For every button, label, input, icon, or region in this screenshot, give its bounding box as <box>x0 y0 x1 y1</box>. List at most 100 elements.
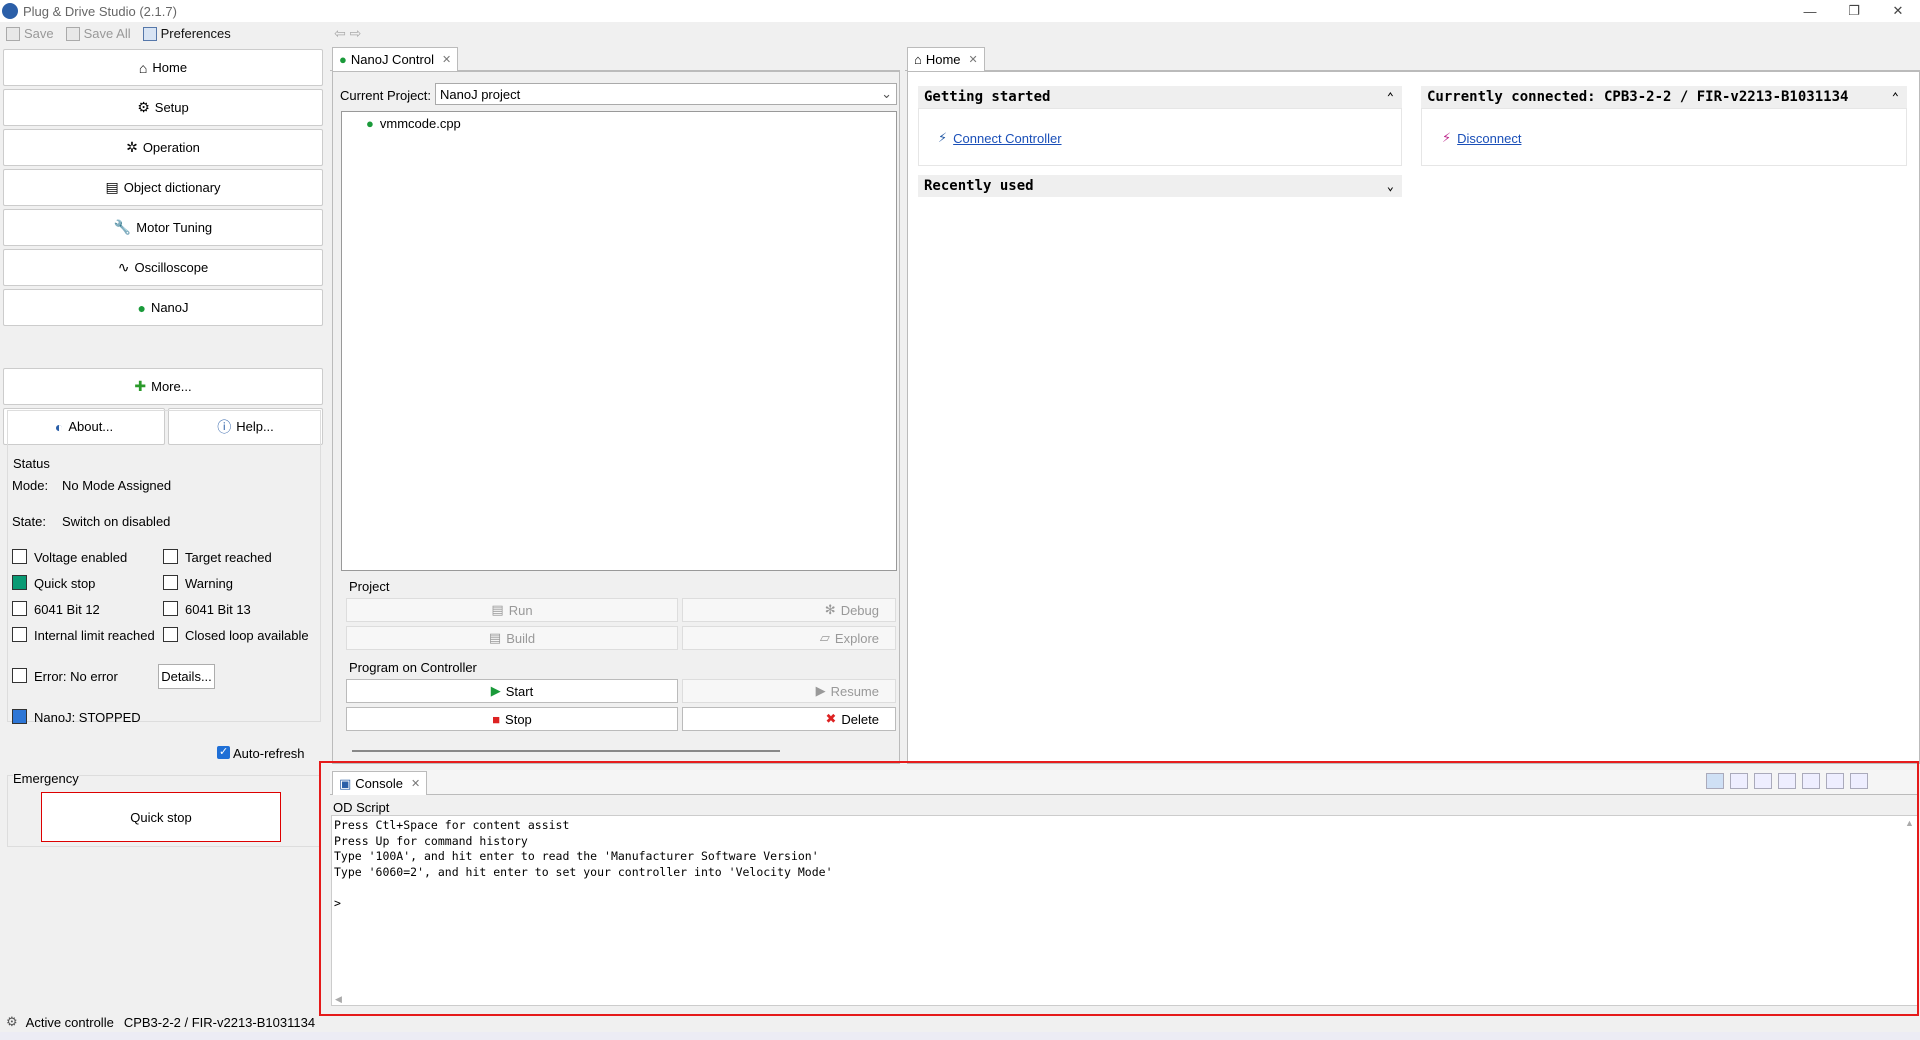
home-icon: ⌂ <box>138 59 148 76</box>
save-all-icon <box>65 26 80 41</box>
recently-used-header[interactable]: Recently used ⌄ <box>918 175 1402 197</box>
warning-indicator <box>163 575 178 590</box>
preferences-button[interactable]: Preferences <box>142 26 231 41</box>
nanoj-state-indicator <box>12 709 27 724</box>
folder-icon: ▱ <box>819 630 830 645</box>
nav-more-button[interactable]: ✚ More... <box>3 368 323 405</box>
nav-oscilloscope-button[interactable]: ∿ Oscilloscope <box>3 249 323 286</box>
mode-value: No Mode Assigned <box>62 478 172 493</box>
status-bar: ⚙ Active controlle CPB3-2-2 / FIR-v2213-… <box>0 1012 1920 1032</box>
save-all-button[interactable]: Save All <box>65 26 131 41</box>
project-group-title: Project <box>349 579 390 594</box>
nav-home-button[interactable]: ⌂ Home <box>3 49 323 86</box>
getting-started-header[interactable]: Getting started ⌃ <box>918 86 1402 108</box>
resume-button[interactable]: ▶ Resume <box>682 679 896 703</box>
controller-icon: ⚙ <box>6 1014 18 1029</box>
status-group-title: Status <box>13 456 50 471</box>
title-bar: Plug & Drive Studio (2.1.7) — ❐ ✕ <box>0 0 1920 22</box>
auto-refresh-checkbox[interactable] <box>217 745 230 759</box>
minimize-button[interactable]: — <box>1788 0 1832 22</box>
voltage-enabled-indicator <box>12 549 27 564</box>
nav-motor-tuning-button[interactable]: 🔧 Motor Tuning <box>3 209 323 246</box>
nanoj-icon: ● <box>339 52 347 67</box>
current-project-label: Current Project: <box>340 88 432 103</box>
nav-setup-button[interactable]: ⚙ Setup <box>3 89 323 126</box>
save-icon <box>6 26 20 41</box>
stop-button[interactable]: ■ Stop <box>346 707 678 731</box>
operation-icon: ✲ <box>126 139 138 155</box>
run-icon: ▤ <box>491 602 504 617</box>
quick-stop-button[interactable]: Quick stop <box>41 792 281 842</box>
run-button[interactable]: ▤ Run <box>346 598 678 622</box>
horizontal-scrollbar[interactable] <box>352 750 780 752</box>
tab-home[interactable]: ⌂ Home ✕ <box>907 47 985 71</box>
motor-tuning-icon: 🔧 <box>113 219 132 235</box>
nav-operation-button[interactable]: ✲ Operation <box>3 129 323 166</box>
target-reached-indicator <box>163 549 178 564</box>
nanoj-icon: ● <box>137 299 146 316</box>
delete-button[interactable]: ✖ Delete <box>682 707 896 731</box>
save-button[interactable]: Save <box>6 26 54 41</box>
warning-label: Warning <box>185 576 233 591</box>
connect-controller-link[interactable]: ⚡ Connect Controller <box>938 130 1062 146</box>
connect-icon: ⚡ <box>938 130 948 145</box>
oscilloscope-icon: ∿ <box>117 259 130 275</box>
preferences-icon <box>142 26 157 41</box>
file-item[interactable]: ● vmmcode.cpp <box>366 116 461 131</box>
debug-icon: ✻ <box>824 602 836 617</box>
home-tab-row <box>905 46 1920 71</box>
object-dictionary-icon: ▤ <box>105 179 119 195</box>
active-controller-value: CPB3-2-2 / FIR-v2213-B1031134 <box>123 1014 316 1030</box>
start-button[interactable]: ▶ Start <box>346 679 678 703</box>
app-logo-icon <box>2 3 18 19</box>
error-label: Error: No error <box>34 669 118 684</box>
delete-icon: ✖ <box>825 711 837 726</box>
collapse-icon[interactable]: ⌃ <box>1387 90 1394 104</box>
build-icon: ▤ <box>488 630 502 645</box>
closed-loop-label: Closed loop available <box>185 628 309 643</box>
stop-icon: ■ <box>492 711 501 727</box>
close-button[interactable]: ✕ <box>1876 0 1920 22</box>
internal-limit-indicator <box>12 627 27 642</box>
home-icon: ⌂ <box>914 52 922 67</box>
project-file-tree <box>341 111 897 571</box>
chevron-down-icon: ⌄ <box>881 86 892 101</box>
debug-button[interactable]: ✻ Debug <box>682 598 896 622</box>
quick-stop-label: Quick stop <box>34 576 96 591</box>
nav-nanoj-button[interactable]: ● NanoJ <box>3 289 323 326</box>
auto-refresh-label: Auto-refresh <box>233 746 305 761</box>
active-controller-label: Active controlle <box>25 1014 114 1030</box>
error-indicator <box>12 668 27 683</box>
internal-limit-label: Internal limit reached <box>34 628 155 643</box>
main-toolbar: Save Save All Preferences <box>0 22 1920 45</box>
close-tab-icon[interactable]: ✕ <box>442 53 451 66</box>
bit13-label: 6041 Bit 13 <box>185 602 251 617</box>
build-button[interactable]: ▤ Build <box>346 626 678 650</box>
explore-button[interactable]: ▱ Explore <box>682 626 896 650</box>
taskbar-strip <box>0 1032 1920 1040</box>
nanoj-state-label: NanoJ: STOPPED <box>34 710 141 725</box>
cpp-file-icon: ● <box>366 116 374 131</box>
collapse-icon[interactable]: ⌃ <box>1892 90 1899 104</box>
voltage-enabled-label: Voltage enabled <box>34 550 128 565</box>
disconnect-link[interactable]: ⚡ Disconnect <box>1442 130 1521 146</box>
expand-icon[interactable]: ⌄ <box>1387 179 1394 193</box>
disconnect-icon: ⚡ <box>1442 130 1452 145</box>
emergency-title: Emergency <box>13 771 79 786</box>
window-title: Plug & Drive Studio (2.1.7) <box>23 3 177 19</box>
state-label: State: <box>12 514 46 529</box>
project-select[interactable]: NanoJ project ⌄ <box>435 83 897 105</box>
program-group-title: Program on Controller <box>349 660 477 675</box>
history-arrows[interactable]: ⇦ ⇨ <box>334 25 361 42</box>
bit12-indicator <box>12 601 27 616</box>
nav-object-dictionary-button[interactable]: ▤ Object dictionary <box>3 169 323 206</box>
currently-connected-header[interactable]: Currently connected: CPB3-2-2 / FIR-v221… <box>1421 86 1907 108</box>
forward-arrow-icon[interactable]: ⇨ <box>350 25 362 41</box>
close-tab-icon[interactable]: ✕ <box>969 53 978 66</box>
maximize-button[interactable]: ❐ <box>1832 0 1876 22</box>
bit13-indicator <box>163 601 178 616</box>
state-value: Switch on disabled <box>62 514 171 529</box>
tab-nanoj-control[interactable]: ● NanoJ Control ✕ <box>332 47 459 71</box>
details-button[interactable]: Details... <box>158 664 215 689</box>
back-arrow-icon[interactable]: ⇦ <box>334 25 346 41</box>
